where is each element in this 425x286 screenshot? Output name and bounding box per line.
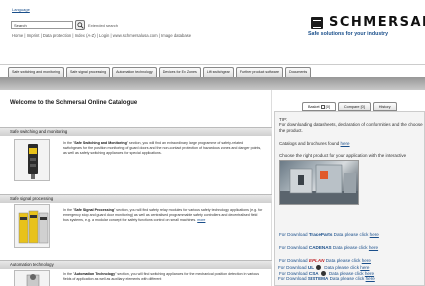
main-content: Welcome to the Schmersal Online Catalogu… xyxy=(0,90,272,286)
download-link-sistema[interactable]: here xyxy=(366,276,375,281)
tip-text: For downloading datasheets, declaration … xyxy=(279,122,423,133)
download-suffix: Data please click xyxy=(323,265,361,270)
catalogs-line: Catalogs and brochures found here xyxy=(279,141,350,146)
search-icon xyxy=(76,21,84,29)
download-link-ul[interactable]: here xyxy=(360,265,369,270)
product-image-automation[interactable] xyxy=(14,270,50,286)
download-traceparts: For Download TraceParts Data please clic… xyxy=(279,232,379,237)
tab-compare[interactable]: Compare [0] xyxy=(337,102,371,111)
product-image-safe-switching[interactable] xyxy=(14,139,50,181)
nav-band xyxy=(0,78,425,90)
nav-tab-software[interactable]: Further product software xyxy=(235,67,283,77)
download-sistema: For Download SISTEMA Data please click h… xyxy=(278,276,375,281)
logo-mark-icon xyxy=(311,16,323,29)
page-title: Welcome to the Schmersal Online Catalogu… xyxy=(10,100,138,106)
eplan-logo: EPLAN xyxy=(308,258,325,263)
tab-history[interactable]: History xyxy=(372,102,397,111)
more-link[interactable]: more xyxy=(197,218,205,222)
tab-label: Basket xyxy=(308,105,320,109)
image-database-link[interactable]: Image database xyxy=(161,33,191,38)
tab-count: [0] xyxy=(324,105,330,109)
nav-tab-documents[interactable]: Documents xyxy=(284,67,312,77)
section-text-automation: In the "Automation Technology" section, … xyxy=(63,272,263,282)
machine-photo xyxy=(280,164,358,204)
main-nav: Safe switching and monitoring Safe signa… xyxy=(0,64,425,78)
section-highlight: Safe Switching and Monitoring xyxy=(74,141,127,145)
download-link-cadenas[interactable]: here xyxy=(369,245,378,250)
download-suffix: Data please click xyxy=(324,258,362,263)
nav-tab-safe-signal[interactable]: Safe signal processing xyxy=(65,67,111,77)
section-heading-safe-switching[interactable]: Safe switching and monitoring xyxy=(0,127,272,136)
download-suffix: Data please click xyxy=(331,245,369,250)
nav-tab-lift[interactable]: Lift switchgear xyxy=(202,67,234,77)
ul-mark-icon xyxy=(316,265,321,271)
safety-relay-icon xyxy=(15,205,49,247)
text-prefix: In the " xyxy=(63,272,75,276)
tab-count: [0] xyxy=(359,105,365,109)
download-suffix: Data please click xyxy=(328,276,366,281)
download-prefix: For Download xyxy=(279,245,309,250)
download-ul: For Download UL Data please click here xyxy=(278,265,369,271)
side-panel: Basket [0] Compare [0] History TIP: For … xyxy=(272,90,425,286)
position-switch-icon xyxy=(15,271,49,286)
section-highlight: Automation Technology xyxy=(74,272,116,276)
search-input[interactable] xyxy=(11,21,73,29)
sistema-label: SISTEMA xyxy=(307,276,329,281)
side-panel-content: TIP: For downloading datasheets, declara… xyxy=(274,111,425,286)
download-suffix: Data please click xyxy=(332,232,370,237)
data-protection-link[interactable]: Data protection xyxy=(43,33,71,38)
index-link[interactable]: Index (A-Z) xyxy=(75,33,96,38)
catalogs-text: Catalogs and brochures found xyxy=(279,141,341,146)
choose-product-text: Choose the right product for your applic… xyxy=(279,153,407,158)
search-button[interactable] xyxy=(75,20,85,30)
section-heading-safe-signal[interactable]: Safe signal processing xyxy=(0,194,272,203)
nav-tab-safe-switching[interactable]: Safe switching and monitoring xyxy=(8,67,64,77)
top-links: Home | Imprint | Data protection | Index… xyxy=(12,33,191,38)
tab-basket[interactable]: Basket [0] xyxy=(302,102,336,111)
section-heading-automation[interactable]: Automation technology xyxy=(0,260,272,269)
product-selector-image[interactable] xyxy=(279,160,359,205)
tab-label: History xyxy=(378,105,391,109)
download-link-traceparts[interactable]: here xyxy=(370,232,379,237)
product-image-safe-signal[interactable] xyxy=(14,204,50,248)
tab-label: Compare xyxy=(343,105,360,109)
text-prefix: In the " xyxy=(63,141,75,145)
nav-tab-ex-zones[interactable]: Devices for Ex Zones xyxy=(158,67,201,77)
download-cadenas: For Download CADENAS Data please click h… xyxy=(279,245,378,250)
header: Language Extended search Home | Imprint … xyxy=(0,0,425,60)
download-prefix: For Download xyxy=(279,258,309,263)
section-text-safe-switching: In the "Safe Switching and Monitoring" s… xyxy=(63,141,263,156)
traceparts-logo: TraceParts xyxy=(308,232,333,237)
safety-switch-icon xyxy=(15,140,49,180)
section-highlight: Safe Signal Processing xyxy=(74,208,115,212)
download-prefix: For Download xyxy=(278,265,308,270)
side-tabs: Basket [0] Compare [0] History xyxy=(302,102,399,111)
text-prefix: In the " xyxy=(63,208,75,212)
home-link[interactable]: Home xyxy=(12,33,23,38)
extended-search-link[interactable]: Extended search xyxy=(88,23,118,28)
section-text-safe-signal: In the "Safe Signal Processing" section,… xyxy=(63,208,263,223)
catalogs-link[interactable]: here xyxy=(341,141,350,146)
slogan: Safe solutions for your industry xyxy=(308,31,389,37)
download-eplan: For Download EPLAN Data please click her… xyxy=(279,258,371,263)
ul-label: UL xyxy=(307,265,314,270)
login-link[interactable]: Login xyxy=(99,33,109,38)
website-link[interactable]: www.schmersalusa.com xyxy=(113,33,158,38)
download-link-eplan[interactable]: here xyxy=(362,258,371,263)
download-prefix: For Download xyxy=(278,276,308,281)
nav-tab-automation[interactable]: Automation technology xyxy=(112,67,157,77)
imprint-link[interactable]: Imprint xyxy=(27,33,40,38)
schmersal-logo[interactable]: SCHMERSAL xyxy=(311,15,425,30)
language-link[interactable]: Language xyxy=(12,7,30,12)
logo-text: SCHMERSAL xyxy=(329,15,425,30)
cadenas-logo: CADENAS xyxy=(308,245,332,250)
download-prefix: For Download xyxy=(279,232,309,237)
